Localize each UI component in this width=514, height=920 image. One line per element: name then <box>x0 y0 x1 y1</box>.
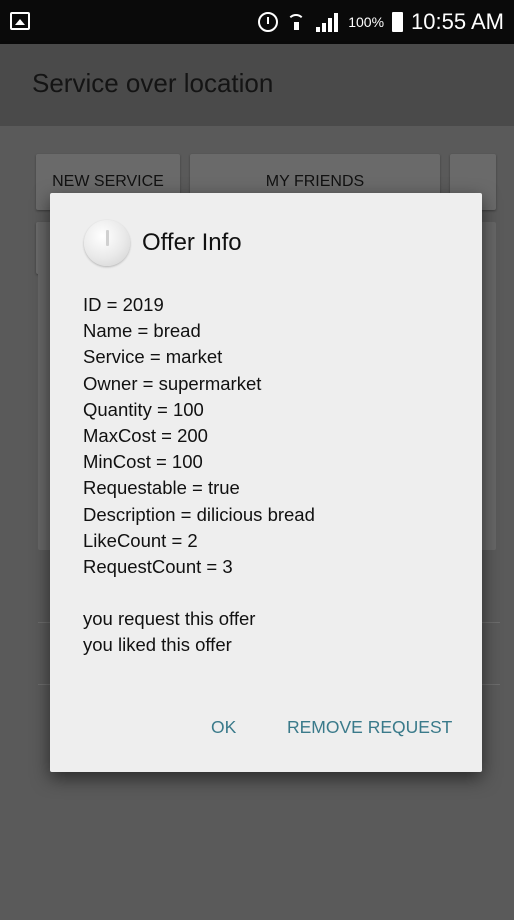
offer-info-dialog: Offer Info ID = 2019 Name = bread Servic… <box>50 193 482 772</box>
signal-icon <box>316 12 340 32</box>
battery-icon <box>392 12 404 32</box>
info-line-id: ID = 2019 <box>83 294 164 315</box>
status-line-requested: you request this offer <box>83 608 256 630</box>
info-line-description: Description = dilicious bread <box>83 503 315 525</box>
app-bar: Service over location <box>0 44 514 126</box>
info-line-name: Name = bread <box>83 320 201 342</box>
battery-percent: 100% <box>348 14 385 30</box>
clock: 10:55 AM <box>411 9 504 34</box>
info-icon <box>84 220 130 266</box>
info-line-requestable: Requestable = true <box>83 477 240 499</box>
dialog-actions: OK REMOVE REQUEST <box>50 703 482 751</box>
info-line-maxcost: MaxCost = 200 <box>83 425 208 447</box>
info-line-owner: Owner = supermarket <box>83 372 262 394</box>
dialog-title: Offer Info <box>142 229 242 256</box>
gallery-icon <box>10 12 30 30</box>
info-line-service: Service = market <box>83 346 223 368</box>
dialog-message: ID = 2019 Name = bread Service = market … <box>83 292 463 659</box>
app-title: Service over location <box>32 68 274 98</box>
status-bar: 100% 10:55 AM <box>0 0 514 44</box>
ok-button[interactable]: OK <box>211 703 236 751</box>
info-line-quantity: Quantity = 100 <box>83 398 204 420</box>
info-line-likecount: LikeCount = 2 <box>83 529 198 551</box>
status-icons: 100% 10:55 AM <box>258 8 504 36</box>
remove-request-button[interactable]: REMOVE REQUEST <box>287 703 452 751</box>
info-line-mincost: MinCost = 100 <box>83 451 203 473</box>
wifi-icon <box>286 12 308 32</box>
alarm-icon <box>258 12 279 32</box>
status-line-liked: you liked this offer <box>83 634 232 656</box>
info-line-requestcount: RequestCount = 3 <box>83 556 233 578</box>
